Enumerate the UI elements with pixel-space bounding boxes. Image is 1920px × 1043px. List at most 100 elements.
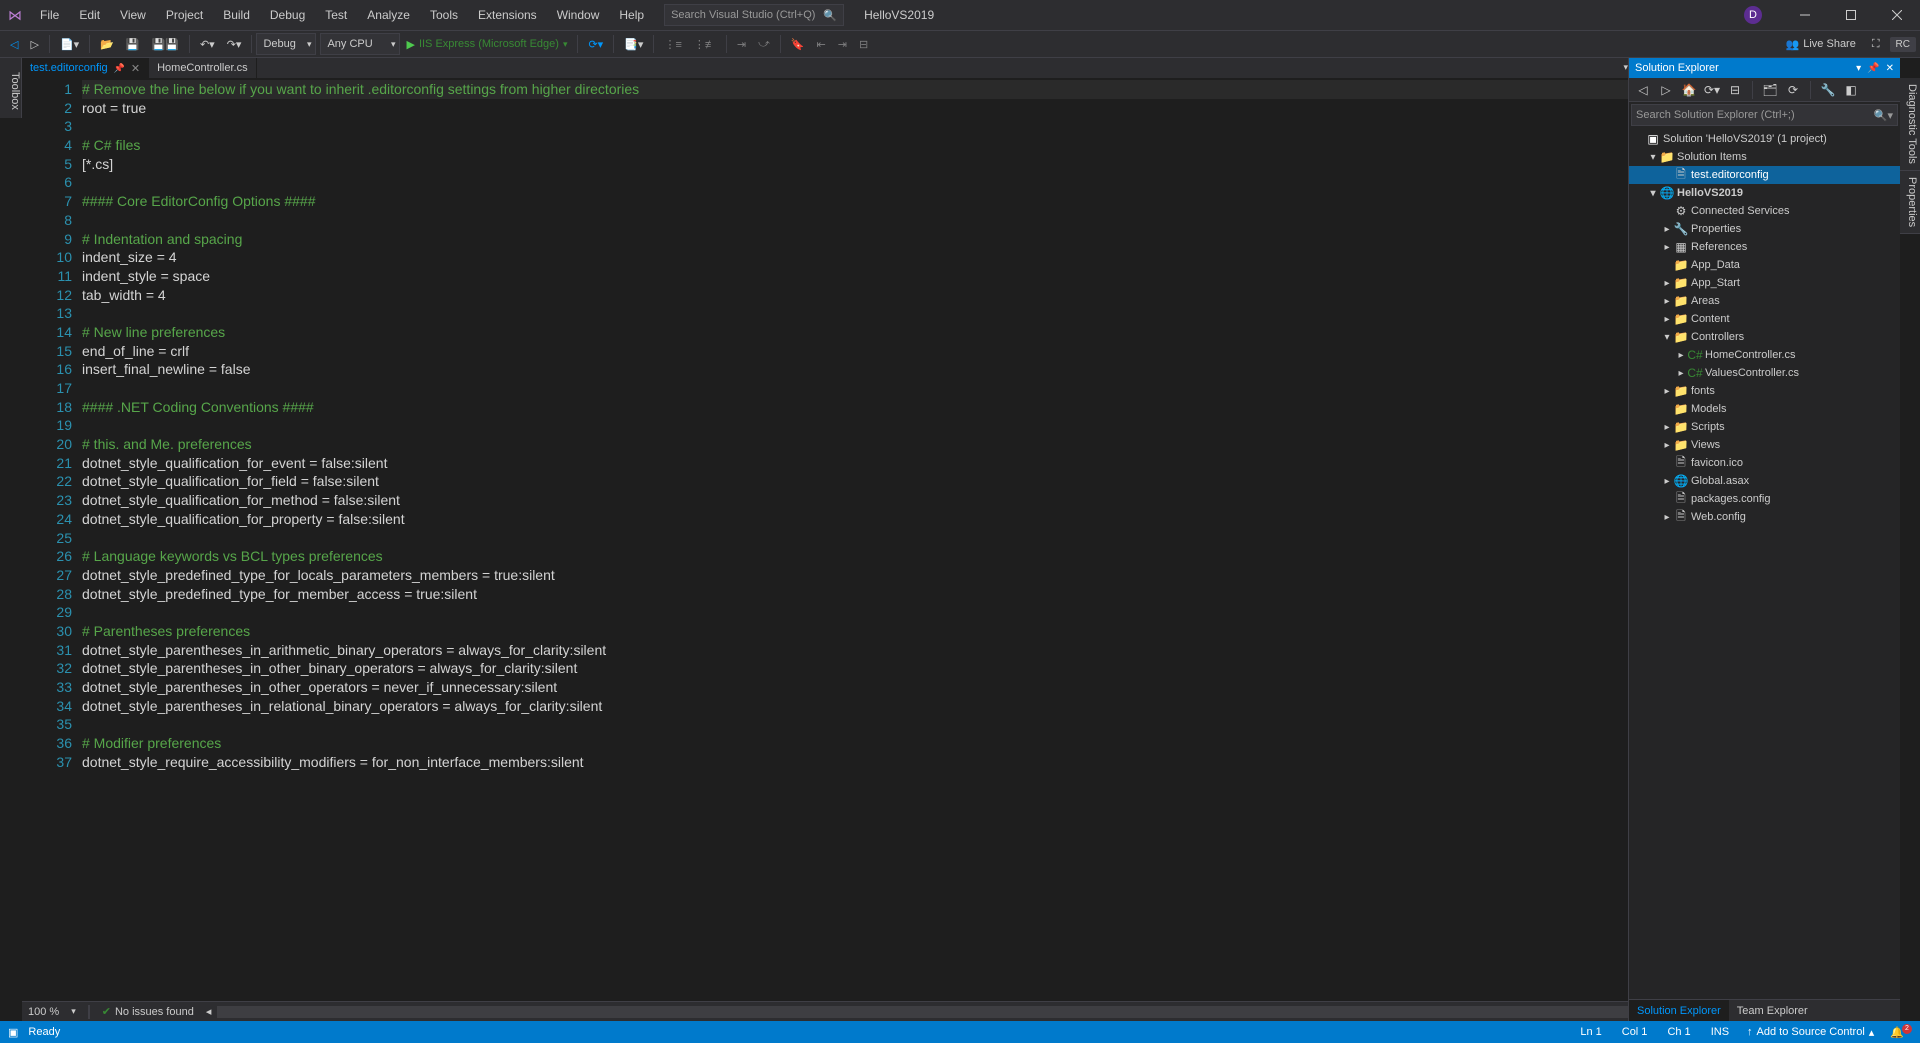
code-editor[interactable]: 1234567891011121314151617181920212223242… xyxy=(22,78,1648,1001)
tree-row[interactable]: ▸🌐Global.asax xyxy=(1629,472,1900,490)
code-line[interactable] xyxy=(82,529,1648,548)
code-line[interactable] xyxy=(82,603,1648,622)
tree-row[interactable]: ▸🗎Web.config xyxy=(1629,508,1900,526)
document-tab[interactable]: HomeController.cs xyxy=(149,58,256,78)
tree-expand-icon[interactable]: ▸ xyxy=(1675,350,1687,361)
code-line[interactable]: # Parentheses preferences xyxy=(82,622,1648,641)
save-all-button[interactable]: 💾💾 xyxy=(146,33,185,55)
tree-row[interactable]: ▸📁Content xyxy=(1629,310,1900,328)
code-line[interactable]: end_of_line = crlf xyxy=(82,342,1648,361)
tree-expand-icon[interactable]: ▸ xyxy=(1661,512,1673,523)
panel-pin-icon[interactable]: 📌 xyxy=(1867,63,1879,74)
issues-status[interactable]: ✔ No issues found xyxy=(102,1005,194,1018)
live-share-button[interactable]: 👥 Live Share xyxy=(1780,33,1862,55)
menu-help[interactable]: Help xyxy=(609,0,654,30)
comment-out-button[interactable]: ⋮≡ xyxy=(658,33,687,55)
tree-expand-icon[interactable]: ▸ xyxy=(1661,314,1673,325)
menu-test[interactable]: Test xyxy=(315,0,357,30)
redo-button[interactable]: ↷▾ xyxy=(221,33,248,55)
tree-expand-icon[interactable]: ▸ xyxy=(1661,242,1673,253)
code-line[interactable]: tab_width = 4 xyxy=(82,286,1648,305)
se-sync-button[interactable]: ⟳▾ xyxy=(1702,80,1722,100)
code-line[interactable] xyxy=(82,715,1648,734)
tree-row[interactable]: 🗎favicon.ico xyxy=(1629,454,1900,472)
nav-back-button[interactable]: ◁ xyxy=(4,33,24,55)
source-control-button[interactable]: ↑ Add to Source Control ▴ xyxy=(1739,1026,1882,1039)
code-line[interactable]: #### Core EditorConfig Options #### xyxy=(82,192,1648,211)
menu-analyze[interactable]: Analyze xyxy=(357,0,420,30)
code-line[interactable]: indent_size = 4 xyxy=(82,248,1648,267)
step-into-icon[interactable]: ⇥ xyxy=(731,33,752,55)
save-button[interactable]: 💾 xyxy=(120,33,146,55)
code-line[interactable]: dotnet_style_qualification_for_event = f… xyxy=(82,454,1648,473)
tree-row[interactable]: ▸📁Views xyxy=(1629,436,1900,454)
tree-expand-icon[interactable]: ▸ xyxy=(1675,368,1687,379)
bookmark-clear-button[interactable]: ⊟ xyxy=(853,33,874,55)
menu-file[interactable]: File xyxy=(30,0,69,30)
status-ins[interactable]: INS xyxy=(1701,1026,1739,1038)
uncomment-button[interactable]: ⋮≢ xyxy=(688,33,722,55)
zoom-caret-icon[interactable]: ▾ xyxy=(71,1006,76,1017)
pin-icon[interactable]: 📌 xyxy=(114,63,125,74)
code-line[interactable]: insert_final_newline = false xyxy=(82,360,1648,379)
code-line[interactable]: # C# files xyxy=(82,136,1648,155)
code-line[interactable] xyxy=(82,117,1648,136)
code-line[interactable]: dotnet_style_require_accessibility_modif… xyxy=(82,753,1648,772)
zoom-level[interactable]: 100 % xyxy=(28,1006,59,1018)
browser-refresh-button[interactable]: ⟳▾ xyxy=(582,33,609,55)
tree-row[interactable]: 🗎packages.config xyxy=(1629,490,1900,508)
code-line[interactable]: # Indentation and spacing xyxy=(82,230,1648,249)
code-line[interactable]: root = true xyxy=(82,99,1648,118)
se-forward-button[interactable]: ▷ xyxy=(1656,80,1676,100)
menu-window[interactable]: Window xyxy=(547,0,610,30)
user-avatar[interactable]: D xyxy=(1744,6,1762,24)
menu-view[interactable]: View xyxy=(110,0,156,30)
close-icon[interactable]: ✕ xyxy=(131,62,140,75)
code-line[interactable]: dotnet_style_parentheses_in_other_binary… xyxy=(82,659,1648,678)
tree-row[interactable]: ▸📁fonts xyxy=(1629,382,1900,400)
tree-expand-icon[interactable]: ▾ xyxy=(1647,188,1659,199)
tree-row[interactable]: ▸C#ValuesController.cs xyxy=(1629,364,1900,382)
code-line[interactable]: dotnet_style_qualification_for_field = f… xyxy=(82,472,1648,491)
document-tab[interactable]: test.editorconfig📌✕ xyxy=(22,58,149,78)
code-line[interactable]: dotnet_style_predefined_type_for_member_… xyxy=(82,585,1648,604)
code-line[interactable] xyxy=(82,211,1648,230)
se-properties-button[interactable]: 🔧 xyxy=(1818,80,1838,100)
tree-expand-icon[interactable]: ▸ xyxy=(1661,386,1673,397)
tab-solution-explorer[interactable]: Solution Explorer xyxy=(1629,1000,1729,1021)
platform-dropdown[interactable]: Any CPU xyxy=(320,33,400,55)
find-in-files-button[interactable]: 📑▾ xyxy=(618,33,649,55)
tab-team-explorer[interactable]: Team Explorer xyxy=(1729,1000,1816,1021)
open-file-button[interactable]: 📂 xyxy=(94,33,120,55)
tree-row[interactable]: ▸▦References xyxy=(1629,238,1900,256)
tree-row[interactable]: ▾🌐HelloVS2019 xyxy=(1629,184,1900,202)
tree-expand-icon[interactable]: ▸ xyxy=(1661,278,1673,289)
code-line[interactable]: # Remove the line below if you want to i… xyxy=(82,80,1648,99)
tab-diagnostic-tools[interactable]: Diagnostic Tools xyxy=(1900,78,1920,171)
config-dropdown[interactable]: Debug xyxy=(256,33,316,55)
tree-row[interactable]: ▾📁Controllers xyxy=(1629,328,1900,346)
quick-launch-search[interactable]: Search Visual Studio (Ctrl+Q) 🔍 xyxy=(664,4,844,26)
tree-row[interactable]: 🗎test.editorconfig xyxy=(1629,166,1900,184)
tree-expand-icon[interactable]: ▾ xyxy=(1661,332,1673,343)
status-col[interactable]: Col 1 xyxy=(1612,1026,1658,1038)
code-line[interactable]: dotnet_style_parentheses_in_other_operat… xyxy=(82,678,1648,697)
tree-expand-icon[interactable]: ▸ xyxy=(1661,296,1673,307)
panel-dropdown-icon[interactable]: ▾ xyxy=(1856,63,1861,74)
tree-row[interactable]: ⚙Connected Services xyxy=(1629,202,1900,220)
se-preview-button[interactable]: ◧ xyxy=(1841,80,1861,100)
tree-row[interactable]: 📁App_Data xyxy=(1629,256,1900,274)
bookmark-prev-button[interactable]: ⇤ xyxy=(811,33,832,55)
se-collapse-button[interactable]: ⊟ xyxy=(1725,80,1745,100)
tree-expand-icon[interactable]: ▸ xyxy=(1661,422,1673,433)
step-over-icon[interactable]: ⤻ xyxy=(752,33,776,55)
code-line[interactable]: [*.cs] xyxy=(82,155,1648,174)
horizontal-scrollbar[interactable] xyxy=(217,1006,1630,1018)
se-home-button[interactable]: 🏠 xyxy=(1679,80,1699,100)
menu-build[interactable]: Build xyxy=(213,0,260,30)
tree-row[interactable]: ▸📁Scripts xyxy=(1629,418,1900,436)
notifications-button[interactable]: 🔔 2 xyxy=(1882,1026,1912,1039)
code-line[interactable]: dotnet_style_qualification_for_property … xyxy=(82,510,1648,529)
code-line[interactable]: # this. and Me. preferences xyxy=(82,435,1648,454)
code-line[interactable]: # Modifier preferences xyxy=(82,734,1648,753)
